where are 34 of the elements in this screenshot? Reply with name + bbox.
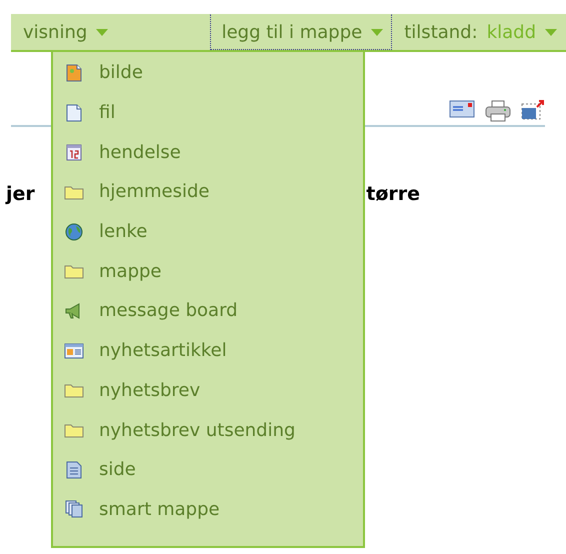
menu-item[interactable]: smart mappe [53,490,363,530]
menu-item[interactable]: nyhetsartikkel [53,330,363,370]
caret-icon [371,28,384,36]
menu-item[interactable]: nyhetsbrev [53,370,363,410]
globe-icon [65,222,83,241]
window-icon[interactable] [521,100,545,120]
menu-item[interactable]: side [53,450,363,490]
caret-icon [545,28,557,36]
menu-item[interactable]: fil [53,92,363,132]
email-icon[interactable] [449,100,475,118]
caret-icon [96,28,108,36]
menu-item[interactable]: bilde [53,53,363,93]
heading-text: jer [6,183,35,205]
folder-icon [64,263,84,280]
file-icon [66,104,82,122]
folder-icon [64,422,84,438]
menu-item[interactable]: hendelse [53,132,363,172]
print-icon[interactable] [485,100,511,122]
menu-item[interactable]: message board [53,291,363,331]
menu-tab[interactable]: tilstand: kladd [392,14,566,50]
folder-icon [64,382,84,398]
menu-item[interactable]: hjemmeside [53,172,363,212]
menu-item[interactable]: mappe [53,251,363,292]
document-icon [66,460,82,479]
folder-icon [64,184,84,200]
menu-item[interactable]: lenke [53,212,363,252]
menu-tab[interactable]: visning [11,14,210,50]
stacked-documents-icon [65,500,83,518]
heading-text: tørre [366,183,420,205]
menu-item[interactable]: nyhetsbrev utsending [53,410,363,450]
calendar-icon [66,143,82,162]
menu-tab[interactable]: legg til i mappe [210,14,392,50]
image-file-icon [66,64,82,82]
news-article-icon [64,342,84,359]
